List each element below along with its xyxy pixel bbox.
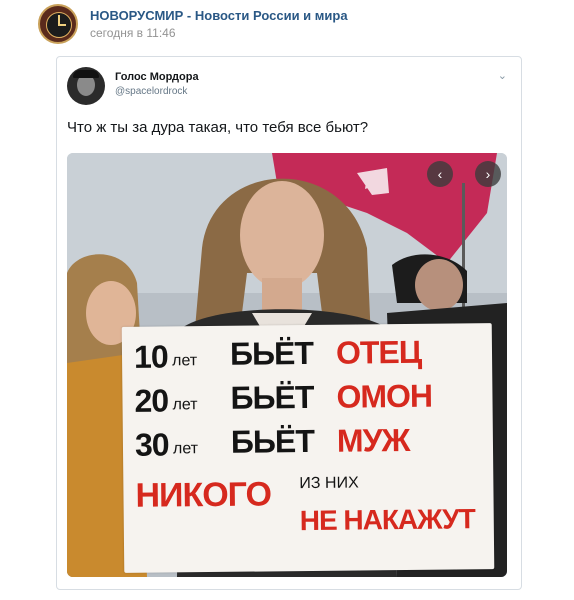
tweet-text: Что ж ты за дура такая, что тебя все бью… [67,119,369,136]
sign-num-2: 20 [134,382,169,419]
protest-sign: 10 лет БЬЁТ ОТЕЦ 20 лет БЬЁТ ОМОН 30 лет… [121,323,495,573]
sign-unit-2: лет [172,396,198,414]
sign-who-1: ОТЕЦ [335,333,422,371]
photo-prev-button[interactable]: ‹ [427,161,453,187]
vk-post: НОВОРУСМИР - Новости России и мира сегод… [0,0,574,600]
avatar-hat [73,70,99,78]
sign-num-3: 30 [134,426,169,463]
center-woman-face [240,181,324,289]
sign-verb-2: БЬЁТ [230,378,314,416]
group-name-link[interactable]: НОВОРУСМИР - Новости России и мира [90,8,348,23]
sign-bottom-small: ИЗ НИХ [299,474,359,493]
right-man-face [415,259,463,311]
clock-hand [58,24,66,26]
sign-bottom-main: НИКОГО [135,475,272,515]
tweet-author-name[interactable]: Голос Мордора [115,71,199,83]
sign-verb-1: БЬЁТ [229,334,314,372]
group-avatar[interactable] [38,4,78,44]
sign-who-3: МУЖ [336,421,410,459]
tweet-card: Голос Мордора @spacelordrock ⌄ Что ж ты … [56,56,522,590]
sign-unit-3: лет [172,440,199,458]
tweet-photo[interactable]: ‹ › 10 лет БЬЁТ ОТЕЦ 20 лет БЬЁТ ОМОН 30… [67,153,507,577]
sign-bottom-end: НЕ НАКАЖУТ [299,503,475,537]
sign-num-1: 10 [133,338,168,375]
sign-unit-1: лет [171,352,198,370]
sign-who-2: ОМОН [336,377,433,415]
post-timestamp[interactable]: сегодня в 11:46 [90,26,176,40]
sign-verb-3: БЬЁТ [230,422,315,460]
photo-next-button[interactable]: › [475,161,501,187]
tweet-author-avatar[interactable] [67,67,105,105]
chevron-down-icon[interactable]: ⌄ [498,69,507,82]
tweet-author-handle[interactable]: @spacelordrock [115,86,187,97]
